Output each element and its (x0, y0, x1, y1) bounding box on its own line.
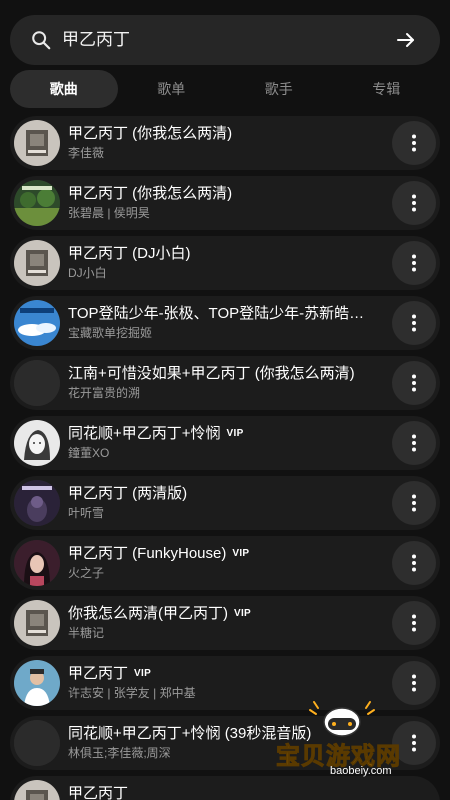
album-cover (14, 720, 60, 766)
vip-badge: VIP (232, 548, 250, 559)
song-title: 甲乙丙丁 (DJ小白) (68, 244, 383, 263)
vip-badge: VIP (134, 668, 152, 679)
song-title: 甲乙丙丁 (两清版) (68, 484, 383, 503)
song-title-text: 甲乙丙丁 (两清版) (68, 485, 188, 502)
song-artist: 鐘董XO (68, 446, 110, 460)
more-vertical-icon[interactable] (392, 181, 436, 225)
vip-badge: VIP (234, 608, 252, 619)
song-row[interactable]: 江南+可惜没如果+甲乙丙丁 (你我怎么两清) 花开富贵的溯 (10, 356, 440, 410)
album-cover (14, 300, 60, 346)
album-cover (14, 120, 60, 166)
song-title-text: 你我怎么两清(甲乙丙丁) (68, 605, 228, 622)
song-row[interactable]: 你我怎么两清(甲乙丙丁) VIP 半糖记 (10, 596, 440, 650)
album-cover (14, 360, 60, 406)
song-artist: 李佳薇 (68, 146, 105, 160)
search-icon (32, 31, 51, 50)
song-title-text: TOP登陆少年-张极、TOP登陆少年-苏新皓… (68, 305, 365, 322)
song-title: 甲乙丙丁 VIP (68, 664, 383, 683)
song-artist: 花开富贵的溯 (68, 386, 141, 400)
song-title: 甲乙丙丁 (FunkyHouse) VIP (68, 544, 383, 563)
song-title-text: 甲乙丙丁 (你我怎么两清) (68, 185, 233, 202)
more-vertical-icon[interactable] (392, 121, 436, 165)
more-vertical-icon[interactable] (392, 541, 436, 585)
tab-songs[interactable]: 歌曲 (10, 70, 118, 108)
song-title-text: 甲乙丙丁 (68, 665, 129, 682)
song-row[interactable]: 甲乙丙丁 (DJ小白) DJ小白 (10, 236, 440, 290)
search-bar[interactable]: 甲乙丙丁 (10, 15, 440, 65)
vip-badge: VIP (226, 428, 244, 439)
song-title: 江南+可惜没如果+甲乙丙丁 (你我怎么两清) (68, 364, 383, 383)
arrow-right-icon[interactable] (394, 28, 418, 52)
song-title-text: 江南+可惜没如果+甲乙丙丁 (你我怎么两清) (68, 365, 355, 382)
song-artist: DJ小白 (68, 266, 107, 280)
album-cover (14, 540, 60, 586)
song-artist: 火之子 (68, 566, 105, 580)
song-title: 同花顺+甲乙丙丁+怜悯 VIP (68, 424, 383, 443)
song-artist: 宝藏歌单挖掘姬 (68, 326, 153, 340)
song-title-text: 同花顺+甲乙丙丁+怜悯 (68, 425, 221, 442)
album-cover (14, 180, 60, 226)
song-row[interactable]: TOP登陆少年-张极、TOP登陆少年-苏新皓… 宝藏歌单挖掘姬 (10, 296, 440, 350)
tab-playlists[interactable]: 歌单 (118, 70, 226, 108)
album-cover (14, 780, 60, 800)
tab-albums[interactable]: 专辑 (333, 70, 441, 108)
song-artist: 张碧晨 | 侯明昊 (68, 206, 150, 220)
more-vertical-icon[interactable] (392, 661, 436, 705)
song-title-text: 甲乙丙丁 (你我怎么两清) (68, 125, 233, 142)
more-vertical-icon[interactable] (392, 601, 436, 645)
song-title: 甲乙丙丁 (你我怎么两清) (68, 124, 383, 143)
album-cover (14, 660, 60, 706)
song-row[interactable]: 甲乙丙丁 (你我怎么两清) 李佳薇 (10, 116, 440, 170)
album-cover (14, 240, 60, 286)
song-title-text: 甲乙丙丁 (DJ小白) (68, 245, 191, 262)
more-vertical-icon[interactable] (392, 481, 436, 525)
song-row[interactable]: 同花顺+甲乙丙丁+怜悯 VIP 鐘董XO (10, 416, 440, 470)
song-title-text: 甲乙丙丁 (FunkyHouse) (68, 545, 227, 562)
tab-bar: 歌曲 歌单 歌手 专辑 (10, 70, 440, 108)
song-title: TOP登陆少年-张极、TOP登陆少年-苏新皓… (68, 304, 383, 323)
more-vertical-icon[interactable] (392, 241, 436, 285)
search-input[interactable]: 甲乙丙丁 (62, 29, 130, 51)
album-cover (14, 420, 60, 466)
album-cover (14, 600, 60, 646)
song-title: 你我怎么两清(甲乙丙丁) VIP (68, 604, 383, 623)
song-row[interactable]: 甲乙丙丁 (你我怎么两清) 张碧晨 | 侯明昊 (10, 176, 440, 230)
song-row[interactable]: 甲乙丙丁 (两清版) 叶听雪 (10, 476, 440, 530)
song-title: 甲乙丙丁 (你我怎么两清) (68, 184, 383, 203)
tab-artists[interactable]: 歌手 (225, 70, 333, 108)
song-artist: 许志安 | 张学友 | 郑中基 (68, 686, 196, 700)
album-cover (14, 480, 60, 526)
more-vertical-icon[interactable] (392, 421, 436, 465)
more-vertical-icon[interactable] (392, 361, 436, 405)
song-list: 甲乙丙丁 (你我怎么两清) 李佳薇 甲乙丙丁 (你我怎么两清) 张碧晨 | 侯明昊 甲乙… (10, 116, 440, 800)
more-vertical-icon[interactable] (392, 301, 436, 345)
song-artist: 半糖记 (68, 626, 105, 640)
song-artist: 叶听雪 (68, 506, 105, 520)
watermark-url: baobeiy.com (330, 765, 392, 777)
song-row[interactable]: 甲乙丙丁 (FunkyHouse) VIP 火之子 (10, 536, 440, 590)
